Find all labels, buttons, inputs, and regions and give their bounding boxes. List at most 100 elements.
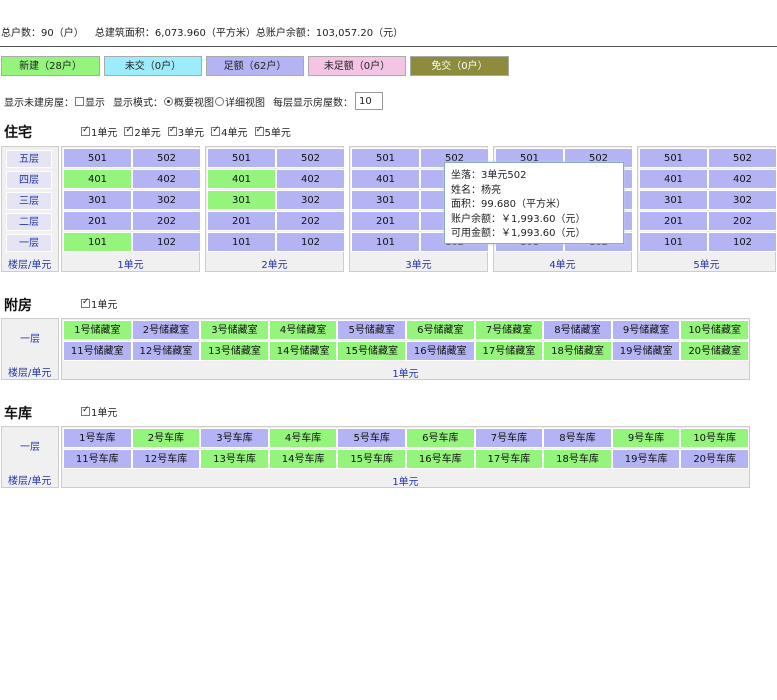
room-cell[interactable]: 301 — [639, 190, 708, 210]
floor-label-1[interactable]: 一层 — [6, 234, 52, 252]
storage-unit-1-checkbox[interactable] — [81, 297, 90, 308]
room-cell[interactable]: 401 — [351, 169, 420, 189]
room-cell[interactable]: 501 — [207, 148, 276, 168]
storage-room-cell[interactable]: 19号储藏室 — [611, 341, 681, 361]
room-cell[interactable]: 301 — [351, 190, 420, 210]
storage-room-cell[interactable]: 15号储藏室 — [337, 341, 406, 361]
storage-room-cell[interactable]: 10号储藏室 — [680, 320, 749, 340]
garage-room-cell[interactable]: 11号车库 — [63, 449, 132, 469]
room-cell[interactable]: 101 — [63, 232, 132, 252]
room-cell[interactable]: 102 — [276, 232, 345, 252]
garage-room-cell[interactable]: 12号车库 — [131, 449, 201, 469]
room-cell[interactable]: 501 — [63, 148, 132, 168]
garage-room-cell[interactable]: 18号车库 — [543, 449, 612, 469]
floor-label-3[interactable]: 三层 — [6, 192, 52, 210]
garage-room-cell[interactable]: 7号车库 — [474, 428, 544, 448]
storage-room-cell[interactable]: 8号储藏室 — [543, 320, 612, 340]
storage-room-cell[interactable]: 16号储藏室 — [406, 341, 475, 361]
room-cell[interactable]: 502 — [708, 148, 777, 168]
storage-room-cell[interactable]: 7号储藏室 — [474, 320, 544, 340]
room-cell[interactable]: 102 — [708, 232, 777, 252]
unit-label[interactable]: 4单元 — [494, 256, 631, 271]
garage-floor-label[interactable]: 一层 — [2, 427, 58, 469]
unit-label[interactable]: 2单元 — [206, 256, 343, 271]
room-cell[interactable]: 201 — [639, 211, 708, 231]
room-cell[interactable]: 401 — [639, 169, 708, 189]
room-cell[interactable]: 201 — [207, 211, 276, 231]
garage-room-cell[interactable]: 14号车库 — [268, 449, 338, 469]
room-cell[interactable]: 401 — [207, 169, 276, 189]
storage-room-cell[interactable]: 3号储藏室 — [200, 320, 269, 340]
room-cell[interactable]: 301 — [63, 190, 132, 210]
room-cell[interactable]: 402 — [132, 169, 201, 189]
storage-room-cell[interactable]: 20号储藏室 — [680, 341, 749, 361]
legend-new[interactable]: 新建（28户） — [1, 56, 100, 76]
garage-room-cell[interactable]: 4号车库 — [268, 428, 338, 448]
room-cell[interactable]: 301 — [207, 190, 276, 210]
unit-label[interactable]: 5单元 — [638, 256, 775, 271]
room-cell[interactable]: 502 — [276, 148, 345, 168]
storage-room-cell[interactable]: 6号储藏室 — [406, 320, 475, 340]
per-floor-input[interactable]: 10 — [355, 92, 383, 110]
storage-room-cell[interactable]: 1号储藏室 — [63, 320, 132, 340]
garage-room-cell[interactable]: 20号车库 — [680, 449, 749, 469]
floor-label-4[interactable]: 四层 — [6, 171, 52, 189]
garage-room-cell[interactable]: 19号车库 — [611, 449, 681, 469]
storage-room-cell[interactable]: 14号储藏室 — [268, 341, 338, 361]
room-cell[interactable]: 302 — [132, 190, 201, 210]
room-cell[interactable]: 101 — [207, 232, 276, 252]
unit-3-checkbox[interactable] — [167, 125, 177, 136]
room-cell[interactable]: 101 — [351, 232, 420, 252]
room-cell[interactable]: 401 — [63, 169, 132, 189]
unit-label[interactable]: 1单元 — [62, 256, 199, 271]
mode-detail-radio[interactable] — [215, 96, 224, 106]
garage-room-cell[interactable]: 9号车库 — [611, 428, 681, 448]
storage-unit-label[interactable]: 1单元 — [62, 365, 749, 380]
room-cell[interactable]: 402 — [276, 169, 345, 189]
garage-room-cell[interactable]: 5号车库 — [337, 428, 406, 448]
legend-exempt[interactable]: 免交（0户） — [410, 56, 509, 76]
garage-room-cell[interactable]: 15号车库 — [337, 449, 406, 469]
garage-room-cell[interactable]: 17号车库 — [474, 449, 544, 469]
room-cell[interactable]: 102 — [132, 232, 201, 252]
unit-4-checkbox[interactable] — [211, 125, 221, 136]
legend-full[interactable]: 足额（62户） — [206, 56, 304, 76]
storage-room-cell[interactable]: 9号储藏室 — [611, 320, 681, 340]
storage-room-cell[interactable]: 12号储藏室 — [131, 341, 201, 361]
room-cell[interactable]: 202 — [276, 211, 345, 231]
unit-2-checkbox[interactable] — [124, 125, 134, 136]
garage-room-cell[interactable]: 1号车库 — [63, 428, 132, 448]
unit-1-checkbox[interactable] — [81, 125, 90, 136]
storage-room-cell[interactable]: 5号储藏室 — [337, 320, 406, 340]
garage-room-cell[interactable]: 16号车库 — [406, 449, 475, 469]
garage-room-cell[interactable]: 2号车库 — [131, 428, 201, 448]
storage-room-cell[interactable]: 4号储藏室 — [268, 320, 338, 340]
garage-room-cell[interactable]: 10号车库 — [680, 428, 749, 448]
legend-insufficient[interactable]: 未足额（0户） — [308, 56, 406, 76]
mode-summary-radio[interactable] — [164, 96, 173, 106]
garage-unit-1-checkbox[interactable] — [81, 405, 90, 416]
unit-label[interactable]: 3单元 — [350, 256, 487, 271]
room-cell[interactable]: 201 — [351, 211, 420, 231]
storage-room-cell[interactable]: 2号储藏室 — [131, 320, 201, 340]
storage-room-cell[interactable]: 13号储藏室 — [200, 341, 269, 361]
garage-unit-label[interactable]: 1单元 — [62, 473, 749, 488]
room-cell[interactable]: 502 — [132, 148, 201, 168]
garage-room-cell[interactable]: 3号车库 — [200, 428, 269, 448]
unit-5-checkbox[interactable] — [254, 125, 264, 136]
show-unbuilt-checkbox[interactable] — [75, 96, 84, 106]
garage-room-cell[interactable]: 13号车库 — [200, 449, 269, 469]
floor-label-2[interactable]: 二层 — [6, 213, 52, 231]
storage-room-cell[interactable]: 18号储藏室 — [543, 341, 612, 361]
room-cell[interactable]: 501 — [639, 148, 708, 168]
room-cell[interactable]: 302 — [708, 190, 777, 210]
storage-room-cell[interactable]: 17号储藏室 — [474, 341, 544, 361]
floor-label-5[interactable]: 五层 — [6, 150, 52, 168]
room-cell[interactable]: 302 — [276, 190, 345, 210]
room-cell[interactable]: 201 — [63, 211, 132, 231]
room-cell[interactable]: 101 — [639, 232, 708, 252]
garage-room-cell[interactable]: 6号车库 — [406, 428, 475, 448]
storage-floor-label[interactable]: 一层 — [2, 319, 58, 361]
storage-room-cell[interactable]: 11号储藏室 — [63, 341, 132, 361]
room-cell[interactable]: 501 — [351, 148, 420, 168]
